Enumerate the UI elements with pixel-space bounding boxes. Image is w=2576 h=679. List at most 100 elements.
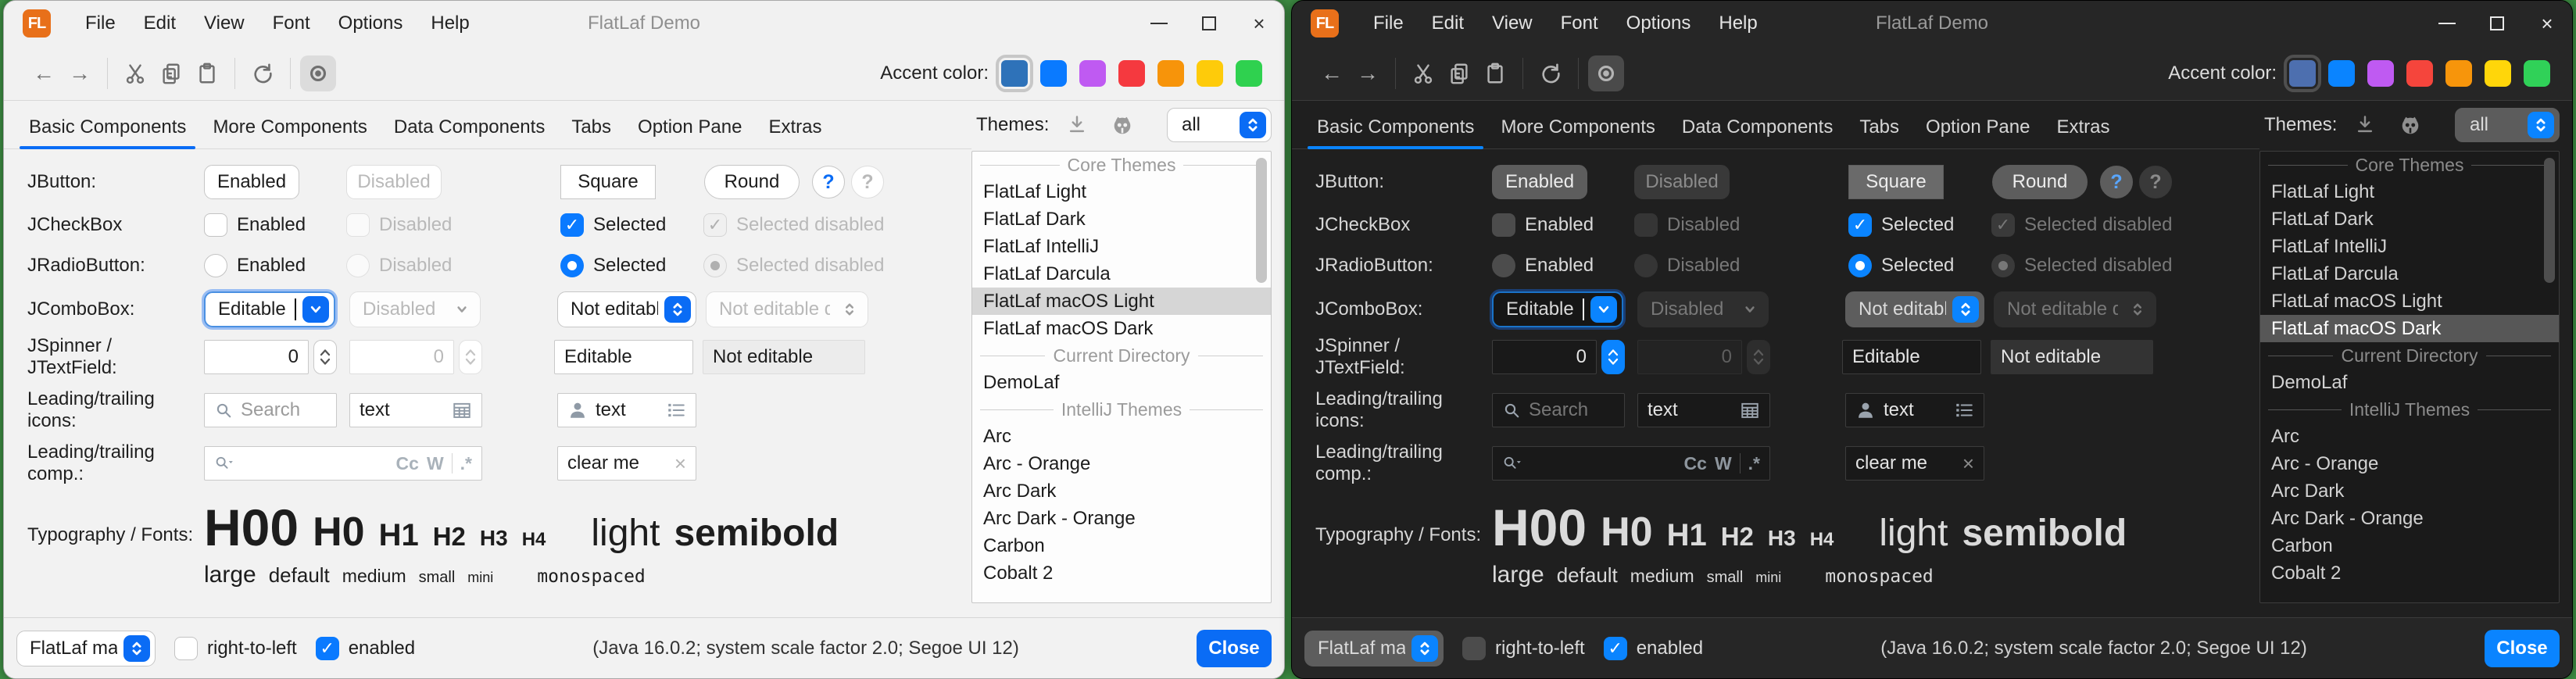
- enabled-button[interactable]: Enabled: [204, 165, 299, 199]
- theme-item[interactable]: FlatLaf Darcula: [2260, 260, 2559, 288]
- lookandfeel-select[interactable]: FlatLaf macOS D...: [1304, 631, 1444, 666]
- user-field[interactable]: text: [1845, 393, 1984, 427]
- themes-filter-select[interactable]: all: [2455, 108, 2560, 142]
- close-dialog-button[interactable]: Close: [1197, 630, 1272, 667]
- date-field[interactable]: text: [1637, 393, 1770, 427]
- theme-item[interactable]: Arc Dark - Orange: [2260, 505, 2559, 532]
- spinner-field[interactable]: 0: [204, 340, 309, 374]
- minimize-button[interactable]: [1134, 1, 1184, 46]
- clearable-field[interactable]: clear me ×: [557, 446, 696, 481]
- match-case-button[interactable]: Cc: [396, 453, 419, 474]
- theme-item[interactable]: Cobalt 2: [2260, 559, 2559, 587]
- menu-help[interactable]: Help: [420, 8, 480, 39]
- search-with-options-field[interactable]: Cc W .*: [204, 446, 482, 481]
- search-dropdown-icon[interactable]: [214, 453, 234, 474]
- theme-item[interactable]: Arc - Orange: [2260, 450, 2559, 477]
- paste-button[interactable]: [189, 55, 225, 91]
- download-button[interactable]: [1060, 108, 1094, 142]
- help-button[interactable]: ?: [2100, 166, 2133, 198]
- menu-view[interactable]: View: [193, 8, 256, 39]
- right-to-left-checkbox[interactable]: right-to-left: [174, 637, 297, 660]
- tab-data-components[interactable]: Data Components: [1671, 109, 1844, 149]
- list-icon[interactable]: [666, 400, 686, 420]
- round-button[interactable]: Round: [1992, 165, 2088, 199]
- date-field[interactable]: text: [349, 393, 482, 427]
- scrollbar-thumb[interactable]: [1256, 158, 1267, 283]
- radio-selected[interactable]: Selected: [560, 254, 703, 277]
- right-to-left-checkbox[interactable]: right-to-left: [1462, 637, 1585, 660]
- chevron-down-icon[interactable]: [302, 296, 329, 323]
- github-button[interactable]: [1105, 108, 1140, 142]
- theme-item[interactable]: Arc - Orange: [972, 450, 1271, 477]
- themes-filter-select[interactable]: all: [1167, 108, 1272, 142]
- accent-swatch-red[interactable]: [1118, 60, 1145, 87]
- tab-more-components[interactable]: More Components: [202, 109, 377, 149]
- calendar-icon[interactable]: [1740, 400, 1760, 420]
- paste-button[interactable]: [1477, 55, 1513, 91]
- theme-item[interactable]: FlatLaf Dark: [2260, 205, 2559, 233]
- square-button[interactable]: Square: [560, 165, 656, 199]
- cut-button[interactable]: [1405, 55, 1441, 91]
- editable-combobox[interactable]: Editable: [1492, 291, 1623, 327]
- chevron-down-icon[interactable]: [1590, 296, 1617, 323]
- calendar-icon[interactable]: [452, 400, 472, 420]
- accent-swatch-blue[interactable]: [1040, 60, 1067, 87]
- search-with-options-field[interactable]: Cc W .*: [1492, 446, 1770, 481]
- user-field[interactable]: text: [557, 393, 696, 427]
- editable-textfield[interactable]: Editable: [554, 340, 693, 374]
- accent-swatch-green[interactable]: [1236, 60, 1262, 87]
- editable-textfield[interactable]: Editable: [1842, 340, 1981, 374]
- forward-button[interactable]: →: [62, 55, 98, 91]
- inspect-toggle-button[interactable]: [300, 55, 336, 91]
- menu-font[interactable]: Font: [262, 8, 321, 39]
- accent-swatch-red[interactable]: [2406, 60, 2433, 87]
- checkbox-selected[interactable]: ✓ Selected: [1848, 213, 1991, 237]
- accent-swatch-purple[interactable]: [2367, 60, 2394, 87]
- tab-more-components[interactable]: More Components: [1490, 109, 1665, 149]
- theme-item[interactable]: Arc Dark - Orange: [972, 505, 1271, 532]
- regex-button[interactable]: .*: [1748, 453, 1760, 474]
- accent-swatch-default[interactable]: [1001, 60, 1028, 87]
- whole-word-button[interactable]: W: [427, 453, 444, 474]
- tab-extras[interactable]: Extras: [757, 109, 832, 149]
- tab-basic-components[interactable]: Basic Components: [18, 109, 197, 149]
- maximize-button[interactable]: [2472, 1, 2522, 46]
- help-button[interactable]: ?: [812, 166, 845, 198]
- tab-extras[interactable]: Extras: [2045, 109, 2120, 149]
- accent-swatch-orange[interactable]: [2445, 60, 2472, 87]
- refresh-button[interactable]: [245, 55, 281, 91]
- spinner-stepper[interactable]: [313, 340, 337, 374]
- round-button[interactable]: Round: [704, 165, 800, 199]
- menu-file[interactable]: File: [74, 8, 127, 39]
- tab-basic-components[interactable]: Basic Components: [1306, 109, 1485, 149]
- theme-item-selected[interactable]: FlatLaf macOS Light: [972, 288, 1271, 315]
- search-field[interactable]: Search: [1492, 393, 1625, 427]
- accent-swatch-yellow[interactable]: [2485, 60, 2511, 87]
- regex-button[interactable]: .*: [460, 453, 472, 474]
- checkbox-enabled[interactable]: Enabled: [1492, 213, 1634, 237]
- theme-item[interactable]: Arc Dark: [2260, 477, 2559, 505]
- theme-item[interactable]: FlatLaf IntelliJ: [972, 233, 1271, 260]
- menu-font[interactable]: Font: [1550, 8, 1609, 39]
- accent-swatch-default[interactable]: [2289, 60, 2316, 87]
- tab-data-components[interactable]: Data Components: [383, 109, 556, 149]
- copy-button[interactable]: [153, 55, 189, 91]
- not-editable-combobox[interactable]: Not editable: [557, 291, 696, 327]
- enabled-checkbox[interactable]: ✓ enabled: [316, 637, 415, 660]
- minimize-button[interactable]: [2422, 1, 2472, 46]
- close-button[interactable]: ×: [1234, 1, 1284, 46]
- spinner-field[interactable]: 0: [1492, 340, 1597, 374]
- theme-item[interactable]: Arc: [2260, 423, 2559, 450]
- tab-option-pane[interactable]: Option Pane: [1915, 109, 2041, 149]
- close-dialog-button[interactable]: Close: [2485, 630, 2560, 667]
- lookandfeel-select[interactable]: FlatLaf macOS Li...: [16, 631, 156, 666]
- spinner-stepper[interactable]: [1601, 340, 1625, 374]
- scrollbar-thumb[interactable]: [2544, 158, 2555, 283]
- enabled-checkbox[interactable]: ✓ enabled: [1604, 637, 1703, 660]
- menu-options[interactable]: Options: [1615, 8, 1702, 39]
- tab-option-pane[interactable]: Option Pane: [627, 109, 753, 149]
- accent-swatch-green[interactable]: [2524, 60, 2550, 87]
- theme-item[interactable]: Carbon: [972, 532, 1271, 559]
- theme-item[interactable]: FlatLaf IntelliJ: [2260, 233, 2559, 260]
- download-button[interactable]: [2348, 108, 2382, 142]
